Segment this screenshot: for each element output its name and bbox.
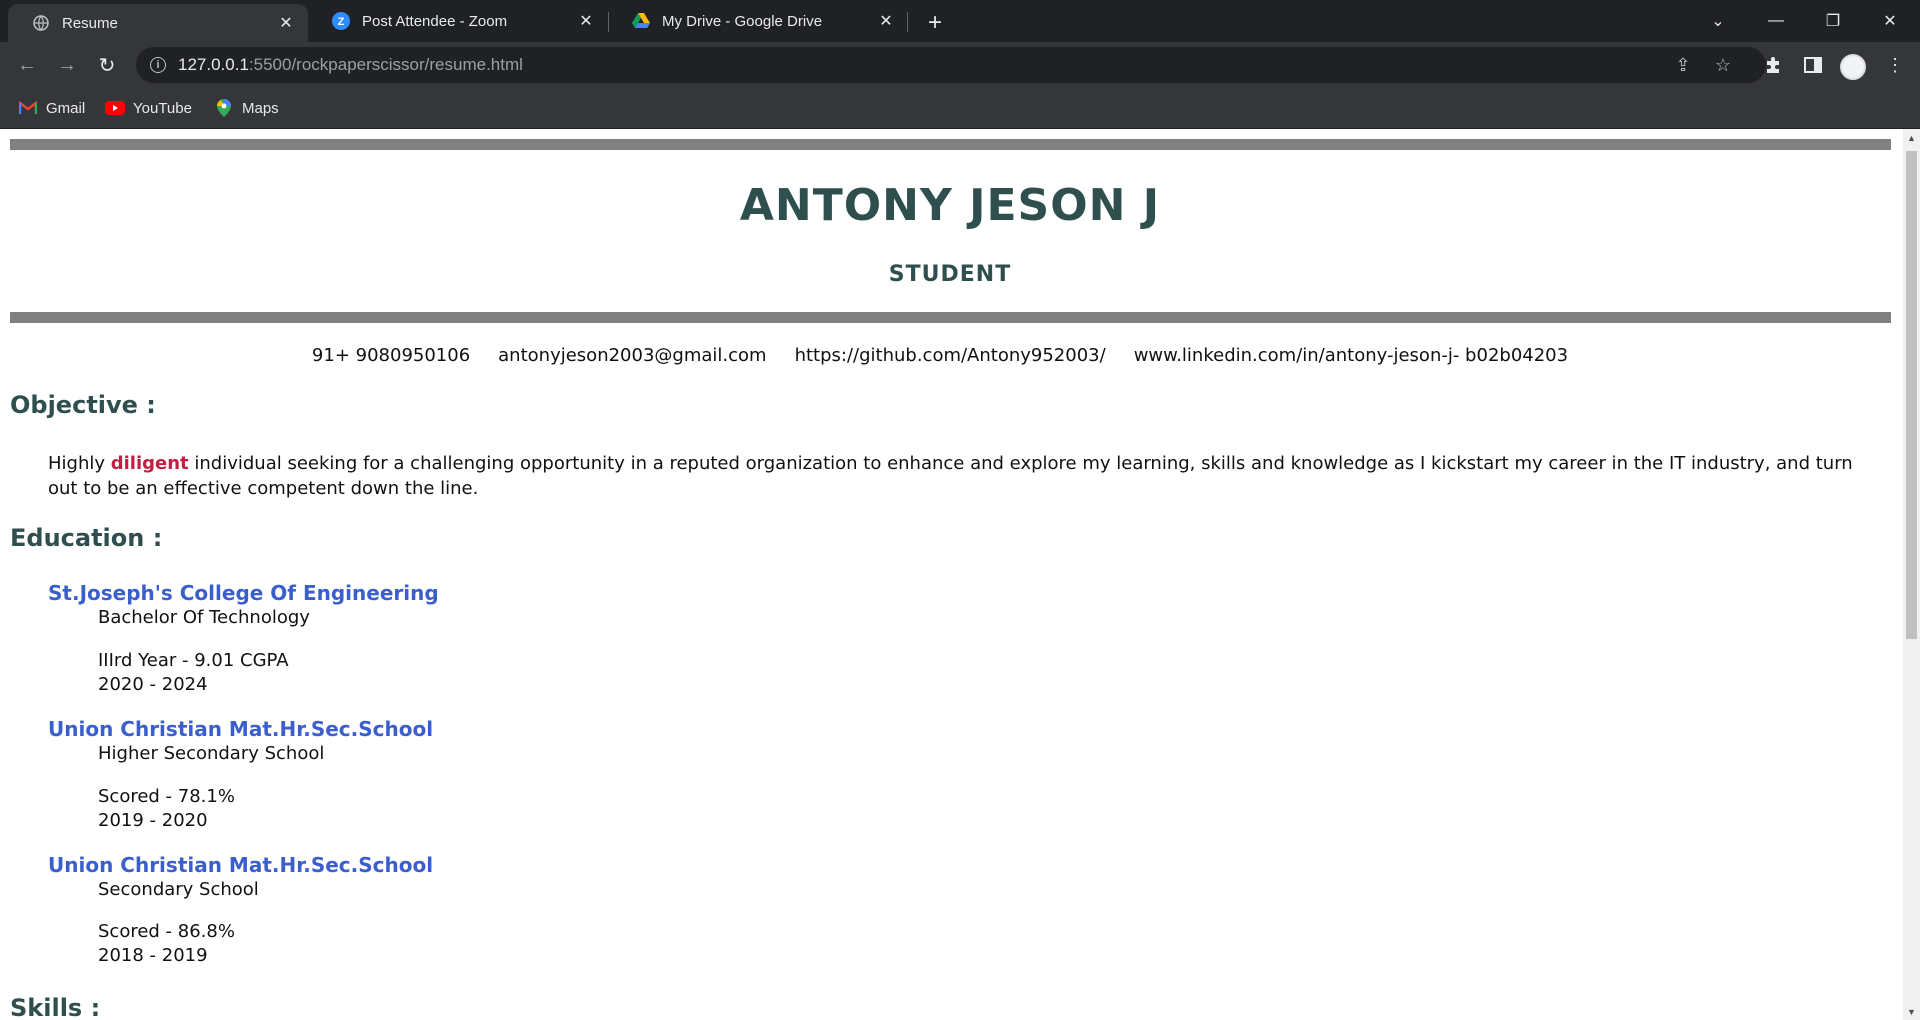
education-years: 2019 - 2020 [98,810,208,831]
contact-phone: 91+ 9080950106 [311,345,471,366]
objective-text-before: Highly [48,453,111,474]
bookmark-star-icon[interactable]: ☆ [1708,47,1738,83]
objective-highlight: diligent [110,453,189,474]
bookmark-label: YouTube [133,99,192,117]
education-heading: Education : [10,524,163,552]
extensions-puzzle-icon[interactable] [1758,50,1788,80]
education-school: Union Christian Mat.Hr.Sec.School [48,717,434,741]
education-score: Scored - 78.1% [98,786,235,807]
more-menu-icon[interactable]: ⋮ [1880,50,1910,80]
education-years: 2018 - 2019 [98,945,208,966]
tab-google-drive[interactable]: My Drive - Google Drive ✕ [608,0,908,42]
reload-icon[interactable]: ↻ [92,50,122,80]
new-tab-button[interactable]: + [920,8,950,38]
tab-search-chevron-icon[interactable]: ⌄ [1690,0,1746,42]
svg-text:Z: Z [338,16,345,28]
close-tab-icon[interactable]: ✕ [874,9,898,33]
skills-heading: Skills : [10,994,101,1020]
resume-name: ANTONY JESON J [739,180,1161,231]
page-scrollbar[interactable]: ▲ ▼ [1903,129,1920,1020]
objective-text: Highly diligent individual seeking for a… [48,451,1868,501]
contact-linkedin[interactable]: www.linkedin.com/in/antony-jeson-j- b02b… [1134,345,1568,366]
education-school: St.Joseph's College Of Engineering [48,581,439,605]
side-panel-icon[interactable] [1798,50,1828,80]
tab-title: My Drive - Google Drive [662,12,823,30]
tab-divider [907,12,908,32]
google-drive-icon [632,12,650,30]
tab-resume[interactable]: Resume ✕ [8,4,308,42]
url-path: :5500/rockpaperscissor/resume.html [248,55,523,74]
bookmark-gmail[interactable]: Gmail [18,96,85,120]
url-host: 127.0.0.1 [178,55,249,74]
forward-arrow-icon[interactable]: → [52,50,82,80]
close-tab-icon[interactable]: ✕ [574,9,598,33]
bookmarks-bar: Gmail YouTube Maps [0,88,1920,129]
tab-strip: Resume ✕ Z Post Attendee - Zoom ✕ My Dri… [0,0,1920,42]
bookmark-label: Gmail [46,99,86,117]
back-arrow-icon[interactable]: ← [12,50,42,80]
close-tab-icon[interactable]: ✕ [274,11,298,35]
contact-line: 91+ 9080950106 antonyjeson2003@gmail.com… [0,345,1880,366]
site-info-icon[interactable]: i [150,57,166,73]
top-rule [10,139,1891,150]
objective-heading: Objective : [10,391,156,419]
bookmark-maps[interactable]: Maps [214,96,279,120]
bookmark-youtube[interactable]: YouTube [105,96,192,120]
scroll-up-arrow-icon[interactable]: ▲ [1903,129,1920,146]
education-degree: Bachelor Of Technology [98,607,310,628]
education-score: IIIrd Year - 9.01 CGPA [98,650,289,671]
address-bar[interactable]: i 127.0.0.1:5500/rockpaperscissor/resume… [136,47,1766,83]
scroll-down-arrow-icon[interactable]: ▼ [1903,1003,1920,1020]
minimize-button[interactable]: — [1748,0,1804,42]
header-rule [10,312,1891,323]
contact-email[interactable]: antonyjeson2003@gmail.com [498,345,766,366]
tab-title: Post Attendee - Zoom [362,12,508,30]
globe-icon [32,14,50,32]
restore-button[interactable]: ❐ [1805,0,1861,42]
education-school: Union Christian Mat.Hr.Sec.School [48,853,434,877]
bookmark-label: Maps [242,99,279,117]
profile-avatar[interactable] [1840,54,1866,80]
education-years: 2020 - 2024 [98,674,208,695]
resume-role: STUDENT [888,262,1012,287]
browser-toolbar: ← → ↻ i 127.0.0.1:5500/rockpaperscissor/… [0,42,1920,88]
objective-text-after: individual seeking for a challenging opp… [48,453,1853,499]
education-degree: Secondary School [98,879,259,900]
education-score: Scored - 86.8% [98,921,235,942]
gmail-icon [18,100,38,116]
maps-icon [214,99,234,117]
education-degree: Higher Secondary School [98,743,325,764]
share-icon[interactable]: ⇪ [1668,47,1698,83]
page-viewport: ANTONY JESON J STUDENT 91+ 9080950106 an… [0,129,1920,1020]
tab-zoom[interactable]: Z Post Attendee - Zoom ✕ [308,0,608,42]
tab-title: Resume [62,14,118,32]
scrollbar-thumb[interactable] [1906,151,1917,639]
youtube-icon [105,100,125,116]
contact-github[interactable]: https://github.com/Antony952003/ [795,345,1106,366]
close-window-button[interactable]: ✕ [1862,0,1918,42]
zoom-icon: Z [332,12,350,30]
